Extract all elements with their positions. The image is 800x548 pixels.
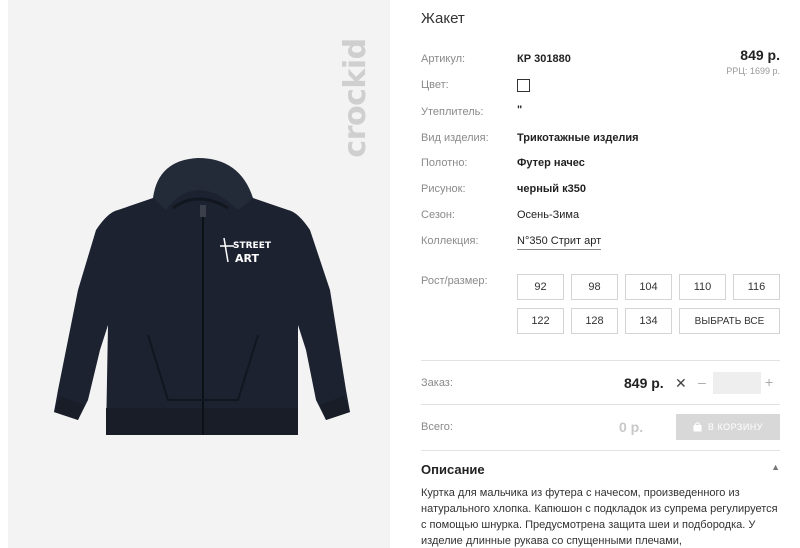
add-to-cart-button[interactable]: В КОРЗИНУ bbox=[676, 414, 780, 440]
print-text-street: STREET bbox=[233, 241, 272, 251]
product-title: Жакет bbox=[421, 10, 465, 27]
quantity-input[interactable] bbox=[713, 372, 761, 394]
add-to-cart-label: В КОРЗИНУ bbox=[707, 422, 764, 432]
remove-icon[interactable]: ✕ bbox=[675, 375, 687, 392]
size-button-134[interactable]: 134 bbox=[625, 308, 672, 334]
size-button-128[interactable]: 128 bbox=[571, 308, 618, 334]
size-button-122[interactable]: 122 bbox=[517, 308, 564, 334]
attr-value-article: КР 301880 bbox=[517, 53, 571, 65]
attr-value-pattern: черный к350 bbox=[517, 183, 586, 195]
jacket-image: STREET ART bbox=[54, 158, 350, 435]
attr-value-season: Осень-Зима bbox=[517, 209, 580, 221]
total-value: 0 р. bbox=[619, 419, 644, 435]
attr-label-product-type: Вид изделия: bbox=[421, 132, 489, 144]
attr-label-color: Цвет: bbox=[421, 79, 449, 91]
attr-value-product-type: Трикотажные изделия bbox=[517, 132, 639, 144]
order-price: 849 р. bbox=[624, 375, 664, 391]
total-label: Всего: bbox=[421, 421, 453, 433]
attr-label-pattern: Рисунок: bbox=[421, 183, 466, 195]
bag-icon bbox=[693, 422, 702, 432]
size-button-92[interactable]: 92 bbox=[517, 274, 564, 300]
attr-label-fabric: Полотно: bbox=[421, 157, 468, 169]
product-price: 849 р. bbox=[740, 47, 780, 63]
divider-total bbox=[421, 404, 780, 405]
increase-quantity-button[interactable]: + bbox=[765, 374, 773, 390]
attr-value-insulation: " bbox=[517, 104, 523, 116]
size-button-104[interactable]: 104 bbox=[625, 274, 672, 300]
size-button-110[interactable]: 110 bbox=[679, 274, 726, 300]
attr-label-insulation: Утеплитель: bbox=[421, 106, 484, 118]
size-button-116[interactable]: 116 bbox=[733, 274, 780, 300]
print-text-art: ART bbox=[235, 252, 259, 265]
collapse-caret-icon[interactable]: ▲ bbox=[771, 462, 780, 472]
sizes-label: Рост/размер: bbox=[421, 275, 488, 287]
decrease-quantity-button[interactable]: – bbox=[698, 374, 706, 390]
order-label: Заказ: bbox=[421, 377, 453, 389]
select-all-sizes-button[interactable]: ВЫБРАТЬ ВСЕ bbox=[679, 308, 780, 334]
color-swatch[interactable] bbox=[517, 79, 530, 92]
divider-order bbox=[421, 360, 780, 361]
attr-value-fabric: Футер начес bbox=[517, 157, 585, 169]
divider-description bbox=[421, 450, 780, 451]
attr-label-article: Артикул: bbox=[421, 53, 466, 65]
size-button-98[interactable]: 98 bbox=[571, 274, 618, 300]
recommended-retail-price: РРЦ: 1699 р. bbox=[726, 66, 780, 76]
attr-label-season: Сезон: bbox=[421, 209, 455, 221]
description-text: Куртка для мальчика из футера с начесом,… bbox=[421, 487, 778, 547]
product-photo[interactable]: crockid STREET ART bbox=[8, 0, 390, 548]
attr-label-collection: Коллекция: bbox=[421, 235, 479, 247]
collection-link[interactable]: N°350 Стрит арт bbox=[517, 235, 602, 250]
description-title[interactable]: Описание bbox=[421, 462, 485, 477]
